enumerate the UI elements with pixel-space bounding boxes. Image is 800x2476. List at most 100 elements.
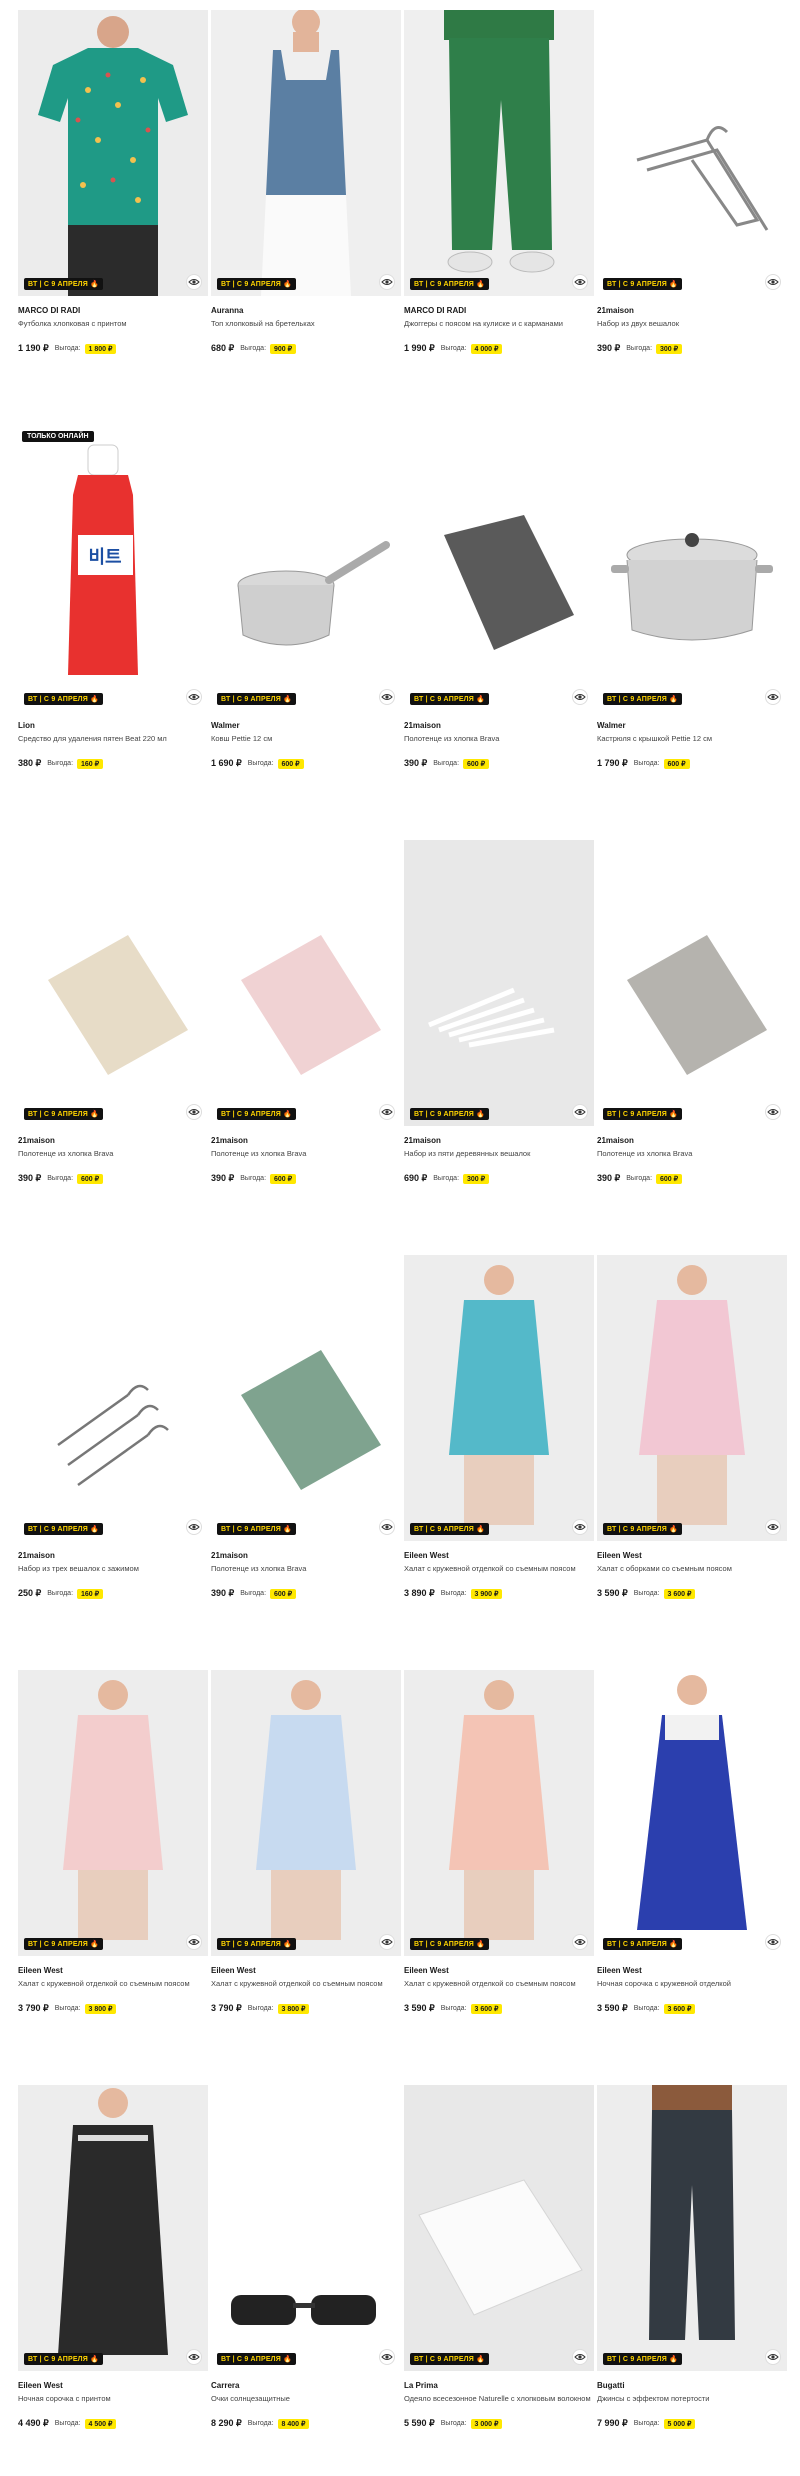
product-title[interactable]: Ночная сорочка с принтом [18, 2394, 208, 2416]
product-card[interactable]: ВТ | С 9 АПРЕЛЯ 🔥 21maison Полотенце из х… [597, 840, 787, 1184]
product-brand[interactable]: Eileen West [18, 2381, 208, 2391]
eye-icon[interactable] [572, 689, 588, 705]
eye-icon[interactable] [186, 1519, 202, 1535]
eye-icon[interactable] [765, 689, 781, 705]
product-image[interactable]: ВТ | С 9 АПРЕЛЯ 🔥 [18, 10, 208, 296]
eye-icon[interactable] [379, 689, 395, 705]
product-title[interactable]: Очки солнцезащитные [211, 2394, 401, 2416]
eye-icon[interactable] [186, 1104, 202, 1120]
product-card[interactable]: 비트 ТОЛЬКО ОНЛАЙН ВТ | С 9 АПРЕЛЯ 🔥 Lion Сре… [18, 425, 208, 769]
product-card[interactable]: ВТ | С 9 АПРЕЛЯ 🔥 Walmer Кастрюля с крышк… [597, 425, 787, 769]
product-brand[interactable]: Eileen West [597, 1551, 787, 1561]
product-title[interactable]: Средство для удаления пятен Beat 220 мл [18, 734, 208, 756]
product-title[interactable]: Набор из трех вешалок с зажимом [18, 1564, 208, 1586]
product-image[interactable]: ВТ | С 9 АПРЕЛЯ 🔥 [18, 840, 208, 1126]
eye-icon[interactable] [186, 689, 202, 705]
product-card[interactable]: ВТ | С 9 АПРЕЛЯ 🔥 Auranna Топ хлопковый н… [211, 10, 401, 354]
eye-icon[interactable] [765, 274, 781, 290]
product-brand[interactable]: 21maison [211, 1551, 401, 1561]
product-brand[interactable]: 21maison [18, 1551, 208, 1561]
product-card[interactable]: ВТ | С 9 АПРЕЛЯ 🔥 21maison Набор из трех … [18, 1255, 208, 1599]
product-card[interactable]: ВТ | С 9 АПРЕЛЯ 🔥 21maison Набор из пяти … [404, 840, 594, 1184]
product-image[interactable]: ВТ | С 9 АПРЕЛЯ 🔥 [18, 1255, 208, 1541]
eye-icon[interactable] [379, 1104, 395, 1120]
product-brand[interactable]: 21maison [597, 1136, 787, 1146]
product-brand[interactable]: Carrera [211, 2381, 401, 2391]
product-brand[interactable]: Eileen West [597, 1966, 787, 1976]
product-image[interactable]: 비트 ТОЛЬКО ОНЛАЙН ВТ | С 9 АПРЕЛЯ 🔥 [18, 425, 208, 711]
product-brand[interactable]: Eileen West [211, 1966, 401, 1976]
product-card[interactable]: ВТ | С 9 АПРЕЛЯ 🔥 21maison Полотенце из х… [18, 840, 208, 1184]
product-brand[interactable]: Lion [18, 721, 208, 731]
product-card[interactable]: ВТ | С 9 АПРЕЛЯ 🔥 Eileen West Ночная соро… [597, 1670, 787, 2014]
eye-icon[interactable] [765, 1104, 781, 1120]
product-image[interactable]: ВТ | С 9 АПРЕЛЯ 🔥 [404, 425, 594, 711]
eye-icon[interactable] [572, 2349, 588, 2365]
product-card[interactable]: ВТ | С 9 АПРЕЛЯ 🔥 Eileen West Халат с кру… [404, 1255, 594, 1599]
product-card[interactable]: ВТ | С 9 АПРЕЛЯ 🔥 Bugatti Джинсы с эффект… [597, 2085, 787, 2429]
product-image[interactable]: ВТ | С 9 АПРЕЛЯ 🔥 [597, 1670, 787, 1956]
product-brand[interactable]: Walmer [211, 721, 401, 731]
product-card[interactable]: ВТ | С 9 АПРЕЛЯ 🔥 Eileen West Халат с кру… [18, 1670, 208, 2014]
eye-icon[interactable] [572, 1104, 588, 1120]
eye-icon[interactable] [765, 1934, 781, 1950]
product-brand[interactable]: Auranna [211, 306, 401, 316]
product-image[interactable]: ВТ | С 9 АПРЕЛЯ 🔥 [597, 2085, 787, 2371]
product-card[interactable]: ВТ | С 9 АПРЕЛЯ 🔥 La Prima Одеяло всесезо… [404, 2085, 594, 2429]
product-title[interactable]: Джоггеры с поясом на кулиске и с кармана… [404, 319, 594, 341]
eye-icon[interactable] [572, 1934, 588, 1950]
product-title[interactable]: Одеяло всесезонное Naturelle с хлопковым… [404, 2394, 594, 2416]
eye-icon[interactable] [379, 274, 395, 290]
product-title[interactable]: Полотенце из хлопка Brava [211, 1564, 401, 1586]
product-image[interactable]: ВТ | С 9 АПРЕЛЯ 🔥 [211, 1255, 401, 1541]
eye-icon[interactable] [186, 274, 202, 290]
product-brand[interactable]: 21maison [404, 721, 594, 731]
eye-icon[interactable] [765, 1519, 781, 1535]
product-title[interactable]: Халат с кружевной отделкой со съемным по… [18, 1979, 208, 2001]
product-title[interactable]: Набор из двух вешалок [597, 319, 787, 341]
product-title[interactable]: Полотенце из хлопка Brava [597, 1149, 787, 1171]
product-image[interactable]: ВТ | С 9 АПРЕЛЯ 🔥 [404, 10, 594, 296]
product-image[interactable]: ВТ | С 9 АПРЕЛЯ 🔥 [404, 2085, 594, 2371]
product-card[interactable]: ВТ | С 9 АПРЕЛЯ 🔥 21maison Набор из двух … [597, 10, 787, 354]
product-title[interactable]: Кастрюля с крышкой Pettie 12 см [597, 734, 787, 756]
product-card[interactable]: ВТ | С 9 АПРЕЛЯ 🔥 21maison Полотенце из х… [211, 1255, 401, 1599]
product-title[interactable]: Ночная сорочка с кружевной отделкой [597, 1979, 787, 2001]
product-brand[interactable]: La Prima [404, 2381, 594, 2391]
product-image[interactable]: ВТ | С 9 АПРЕЛЯ 🔥 [597, 10, 787, 296]
product-image[interactable]: ВТ | С 9 АПРЕЛЯ 🔥 [597, 1255, 787, 1541]
product-brand[interactable]: Bugatti [597, 2381, 787, 2391]
product-image[interactable]: ВТ | С 9 АПРЕЛЯ 🔥 [404, 840, 594, 1126]
product-title[interactable]: Полотенце из хлопка Brava [404, 734, 594, 756]
eye-icon[interactable] [186, 2349, 202, 2365]
product-card[interactable]: ВТ | С 9 АПРЕЛЯ 🔥 Eileen West Халат с обо… [597, 1255, 787, 1599]
product-title[interactable]: Джинсы с эффектом потертости [597, 2394, 787, 2416]
product-image[interactable]: ВТ | С 9 АПРЕЛЯ 🔥 [597, 840, 787, 1126]
eye-icon[interactable] [572, 274, 588, 290]
product-title[interactable]: Топ хлопковый на бретельках [211, 319, 401, 341]
product-title[interactable]: Полотенце из хлопка Brava [18, 1149, 208, 1171]
product-brand[interactable]: Eileen West [18, 1966, 208, 1976]
product-image[interactable]: ВТ | С 9 АПРЕЛЯ 🔥 [211, 2085, 401, 2371]
product-card[interactable]: ВТ | С 9 АПРЕЛЯ 🔥 MARCO DI RADI Джоггеры … [404, 10, 594, 354]
product-card[interactable]: ВТ | С 9 АПРЕЛЯ 🔥 Walmer Ковш Pettie 12 с… [211, 425, 401, 769]
product-brand[interactable]: MARCO DI RADI [404, 306, 594, 316]
eye-icon[interactable] [765, 2349, 781, 2365]
product-title[interactable]: Халат с кружевной отделкой со съемным по… [211, 1979, 401, 2001]
product-image[interactable]: ВТ | С 9 АПРЕЛЯ 🔥 [211, 840, 401, 1126]
product-image[interactable]: ВТ | С 9 АПРЕЛЯ 🔥 [211, 425, 401, 711]
product-image[interactable]: ВТ | С 9 АПРЕЛЯ 🔥 [18, 1670, 208, 1956]
product-image[interactable]: ВТ | С 9 АПРЕЛЯ 🔥 [211, 10, 401, 296]
product-card[interactable]: ВТ | С 9 АПРЕЛЯ 🔥 21maison Полотенце из х… [404, 425, 594, 769]
product-brand[interactable]: 21maison [404, 1136, 594, 1146]
product-image[interactable]: ВТ | С 9 АПРЕЛЯ 🔥 [404, 1670, 594, 1956]
product-title[interactable]: Халат с кружевной отделкой со съемным по… [404, 1979, 594, 2001]
product-brand[interactable]: 21maison [211, 1136, 401, 1146]
product-brand[interactable]: 21maison [18, 1136, 208, 1146]
eye-icon[interactable] [572, 1519, 588, 1535]
product-image[interactable]: ВТ | С 9 АПРЕЛЯ 🔥 [597, 425, 787, 711]
product-brand[interactable]: Eileen West [404, 1551, 594, 1561]
product-image[interactable]: ВТ | С 9 АПРЕЛЯ 🔥 [211, 1670, 401, 1956]
product-image[interactable]: ВТ | С 9 АПРЕЛЯ 🔥 [18, 2085, 208, 2371]
product-brand[interactable]: Walmer [597, 721, 787, 731]
